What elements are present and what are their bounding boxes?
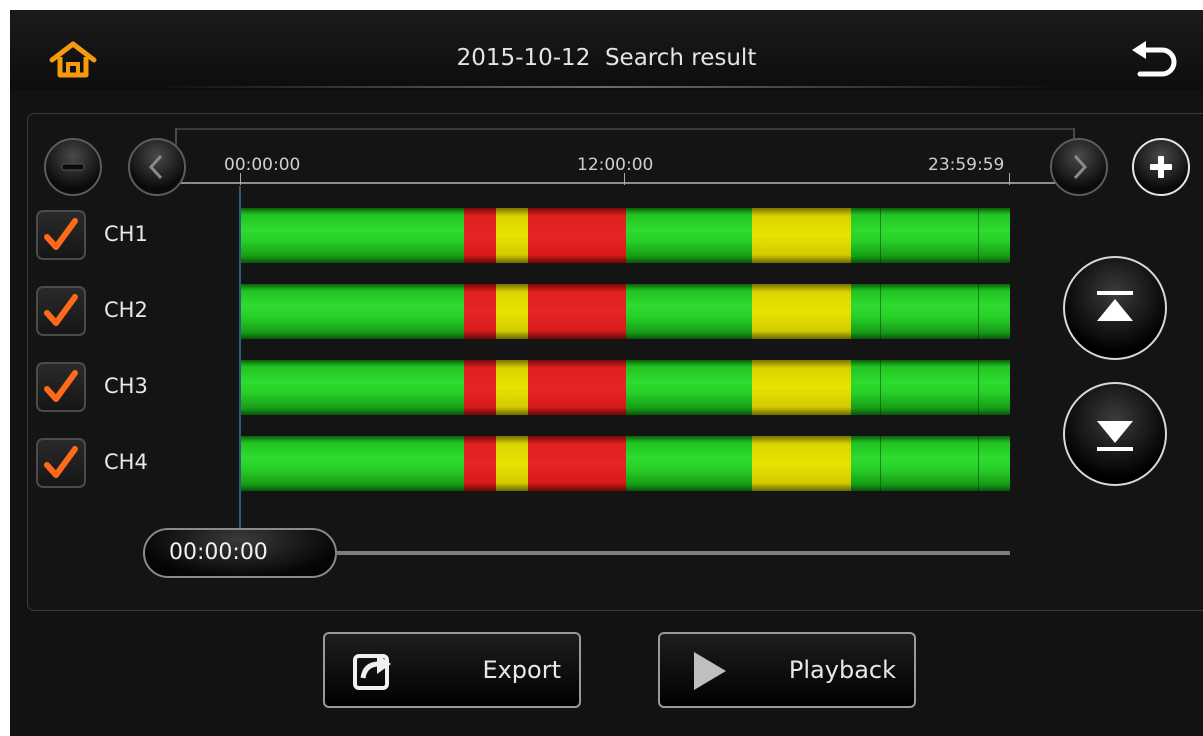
segment-divider bbox=[977, 284, 979, 339]
zoom-in-button[interactable] bbox=[1132, 138, 1190, 196]
recording-segment-green bbox=[851, 284, 1010, 339]
back-button[interactable] bbox=[1130, 40, 1182, 80]
minus-icon bbox=[61, 163, 85, 171]
scroll-to-top-icon bbox=[1097, 291, 1133, 321]
recording-segment-green bbox=[851, 208, 1010, 263]
recording-segment-yellow bbox=[752, 360, 852, 415]
tick-mark-mid bbox=[624, 173, 625, 185]
segment-divider bbox=[880, 436, 882, 491]
current-time-slider-thumb[interactable]: 00:00:00 bbox=[143, 528, 337, 578]
segment-divider bbox=[880, 360, 882, 415]
tick-label-end: 23:59:59 bbox=[928, 155, 1005, 175]
segment-divider bbox=[977, 360, 979, 415]
scroll-to-top-button[interactable] bbox=[1063, 256, 1167, 360]
recording-segment-yellow bbox=[752, 208, 852, 263]
playback-button[interactable]: Playback bbox=[658, 632, 916, 708]
recording-segment-red bbox=[528, 284, 626, 339]
channel-label-ch3: CH3 bbox=[104, 374, 148, 398]
recording-segment-green bbox=[625, 208, 753, 263]
checkmark-icon bbox=[44, 370, 78, 402]
zoom-out-button[interactable] bbox=[44, 138, 102, 196]
recording-segment-red bbox=[463, 436, 496, 491]
channel-label-ch1: CH1 bbox=[104, 222, 148, 246]
timeline-bar-ch4[interactable] bbox=[240, 436, 1010, 491]
segment-divider bbox=[977, 436, 979, 491]
recording-segment-green bbox=[625, 436, 753, 491]
channel-row-ch1: CH1 bbox=[36, 210, 186, 260]
scroll-to-bottom-icon bbox=[1097, 421, 1133, 451]
recording-segment-green bbox=[240, 208, 464, 263]
tick-label-mid: 12:00:00 bbox=[577, 155, 654, 175]
chevron-right-icon bbox=[1073, 154, 1088, 180]
channel-row-ch2: CH2 bbox=[36, 286, 186, 336]
tick-mark-start bbox=[240, 173, 241, 185]
recording-segment-green bbox=[851, 436, 1010, 491]
back-arrow-icon bbox=[1132, 41, 1177, 77]
playhead-line bbox=[239, 186, 241, 531]
channel-checkbox-ch4[interactable] bbox=[36, 438, 86, 488]
recording-segment-yellow bbox=[752, 284, 852, 339]
chevron-left-icon bbox=[148, 154, 163, 180]
channel-checkbox-ch3[interactable] bbox=[36, 362, 86, 412]
recording-segment-green bbox=[625, 360, 753, 415]
page-title: 2015-10-12 Search result bbox=[456, 45, 757, 71]
scroll-right-button[interactable] bbox=[1050, 138, 1108, 196]
playback-progress-track[interactable] bbox=[335, 551, 1010, 555]
recording-segment-red bbox=[463, 360, 496, 415]
timeline-bar-ch1[interactable] bbox=[240, 208, 1010, 263]
channel-label-ch2: CH2 bbox=[104, 298, 148, 322]
segment-divider bbox=[977, 208, 979, 263]
recording-segment-yellow bbox=[496, 436, 529, 491]
segment-divider bbox=[880, 208, 882, 263]
current-time-value: 00:00:00 bbox=[169, 540, 268, 565]
scroll-left-button[interactable] bbox=[128, 138, 186, 196]
export-button[interactable]: Export bbox=[323, 632, 581, 708]
recording-segment-red bbox=[528, 208, 626, 263]
plus-icon bbox=[1150, 156, 1172, 178]
dvr-screen: 2015-10-12 Search result 00:00:00 12:00:… bbox=[10, 10, 1203, 736]
recording-segment-green bbox=[240, 284, 464, 339]
recording-segment-green bbox=[240, 360, 464, 415]
header-bar: 2015-10-12 Search result bbox=[10, 10, 1203, 90]
timeline-bar-ch2[interactable] bbox=[240, 284, 1010, 339]
recording-segment-yellow bbox=[496, 284, 529, 339]
recording-segment-red bbox=[528, 436, 626, 491]
recording-timeline[interactable] bbox=[240, 208, 1010, 508]
channel-checkbox-ch2[interactable] bbox=[36, 286, 86, 336]
recording-segment-yellow bbox=[496, 360, 529, 415]
recording-segment-yellow bbox=[752, 436, 852, 491]
playback-label: Playback bbox=[788, 656, 896, 684]
recording-segment-red bbox=[463, 284, 496, 339]
channel-row-ch3: CH3 bbox=[36, 362, 186, 412]
tick-mark-end bbox=[1009, 173, 1010, 185]
recording-segment-red bbox=[528, 360, 626, 415]
channel-checkbox-ch1[interactable] bbox=[36, 210, 86, 260]
recording-segment-green bbox=[625, 284, 753, 339]
channel-label-ch4: CH4 bbox=[104, 450, 148, 474]
recording-segment-green bbox=[851, 360, 1010, 415]
recording-segment-red bbox=[463, 208, 496, 263]
recording-segment-yellow bbox=[496, 208, 529, 263]
channel-row-ch4: CH4 bbox=[36, 438, 186, 488]
checkmark-icon bbox=[44, 446, 78, 478]
recording-segment-green bbox=[240, 436, 464, 491]
export-label: Export bbox=[482, 656, 561, 684]
export-icon bbox=[353, 654, 391, 690]
header-divider bbox=[150, 86, 1060, 88]
checkmark-icon bbox=[44, 294, 78, 326]
segment-divider bbox=[880, 284, 882, 339]
checkmark-icon bbox=[44, 218, 78, 250]
tick-label-start: 00:00:00 bbox=[224, 155, 301, 175]
scroll-to-bottom-button[interactable] bbox=[1063, 382, 1167, 486]
play-icon bbox=[694, 652, 726, 690]
timeline-bar-ch3[interactable] bbox=[240, 360, 1010, 415]
